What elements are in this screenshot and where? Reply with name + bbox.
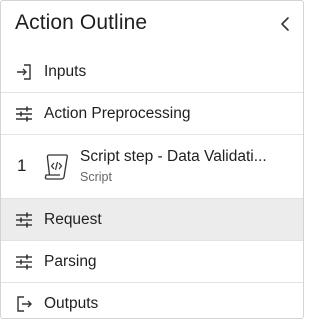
outline-item-request[interactable]: Request [1,198,303,240]
step-title: Script step - Data Validati... [80,148,267,165]
outline-item-label: Inputs [44,63,87,80]
sliders-icon [16,254,32,270]
outline-item-label: Outputs [44,295,99,312]
outline-item-inputs[interactable]: Inputs [1,51,303,92]
outline-item-parsing[interactable]: Parsing [1,240,303,282]
script-icon [44,154,68,180]
input-arrow-icon [17,64,31,80]
outline-item-label: Action Preprocessing [44,105,191,122]
collapse-chevron-left-icon[interactable] [277,15,293,33]
sliders-icon [16,212,32,228]
output-arrow-icon [17,296,32,312]
step-number: 1 [17,156,27,175]
sliders-icon [16,106,32,122]
step-type: Script [80,170,112,184]
outline-item-label: Parsing [44,253,97,270]
outline-item-label: Request [44,211,102,228]
panel-title: Action Outline [15,11,148,34]
outline-item-outputs[interactable]: Outputs [1,282,303,318]
panel-header: Action Outline [1,1,303,51]
outline-item-action-preprocessing[interactable]: Action Preprocessing [1,92,303,134]
outline-step-script[interactable]: 1 Script step - Data Validati... Script [1,134,303,198]
action-outline-panel: Action Outline Inputs Action Preprocessi… [0,0,304,319]
